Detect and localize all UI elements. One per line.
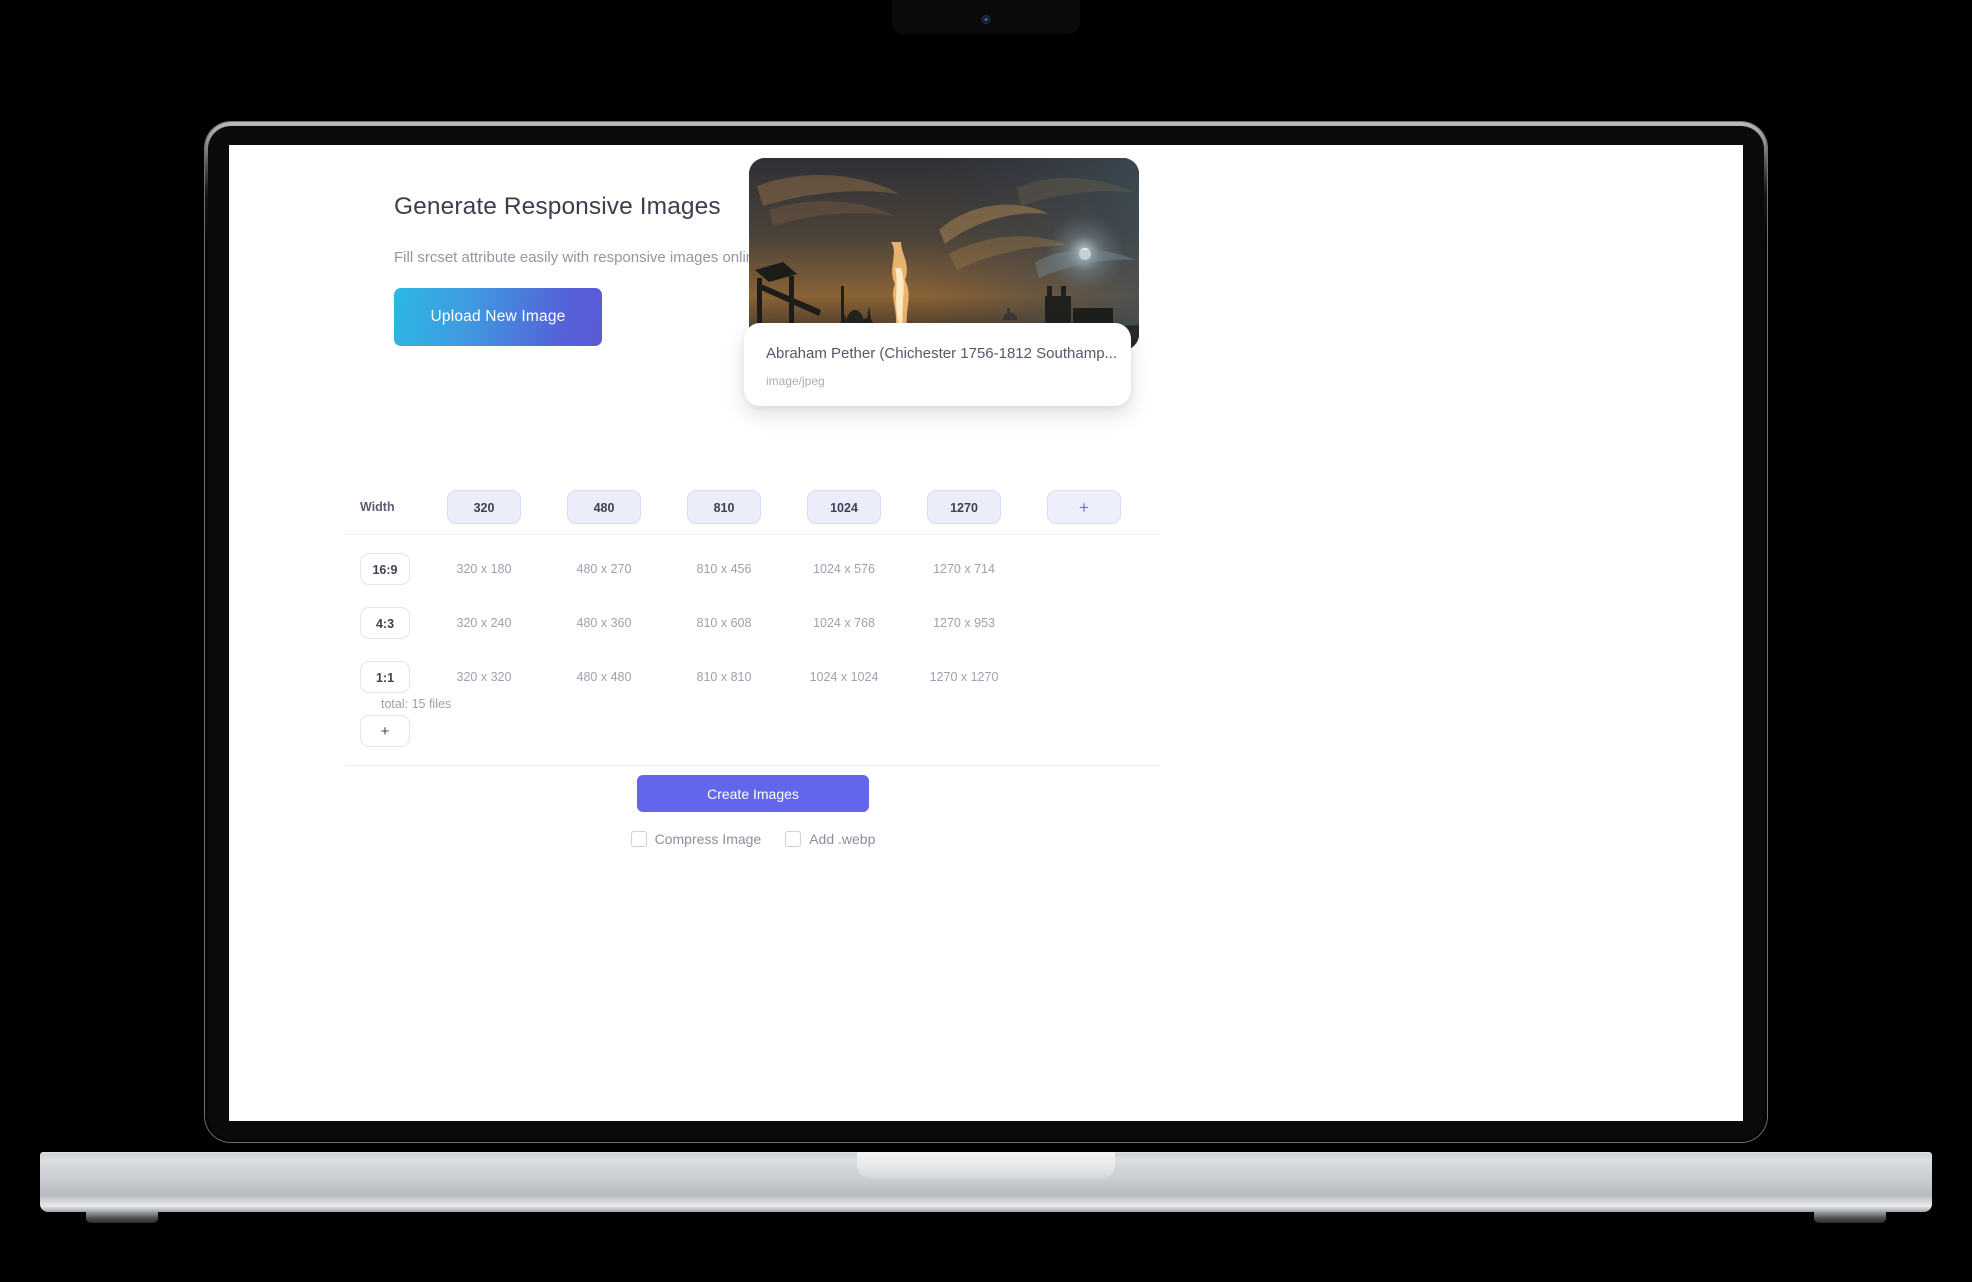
size-cell-2-0: 320 x 320 bbox=[456, 670, 512, 684]
size-cell-2-4: 1270 x 1270 bbox=[929, 670, 999, 684]
size-cell-1-4: 1270 x 953 bbox=[933, 616, 995, 630]
table-row: 4:3 320 x 240 480 x 360 810 x 608 1024 x… bbox=[346, 603, 1159, 643]
size-cell-2-3: 1024 x 1024 bbox=[809, 670, 879, 684]
width-cell-4: 1270 bbox=[904, 490, 1024, 524]
add-webp-option[interactable]: Add .webp bbox=[785, 831, 875, 847]
table-header-row: Width 320 480 810 1024 1270 + bbox=[346, 480, 1159, 535]
table-row: 1:1 320 x 320 480 x 480 810 x 810 1024 x… bbox=[346, 657, 1159, 697]
size-cell-1-1: 480 x 360 bbox=[576, 616, 632, 630]
laptop-mockup: Generate Responsive Images Fill srcset a… bbox=[0, 0, 1972, 1282]
add-webp-label: Add .webp bbox=[809, 831, 876, 847]
size-cell-0-3: 1024 x 576 bbox=[813, 562, 875, 576]
file-meta-panel: Abraham Pether (Chichester 1756-1812 Sou… bbox=[744, 323, 1131, 406]
width-chip-2[interactable]: 810 bbox=[687, 490, 761, 524]
size-matrix-table: Width 320 480 810 1024 1270 + 16:9 320 x… bbox=[346, 480, 1159, 766]
width-cell-1: 480 bbox=[544, 490, 664, 524]
web-page: Generate Responsive Images Fill srcset a… bbox=[229, 145, 1743, 1121]
width-header-label: Width bbox=[360, 500, 395, 514]
add-ratio-button[interactable]: + bbox=[360, 715, 410, 747]
compress-image-checkbox[interactable] bbox=[630, 831, 647, 847]
ratio-chip-0[interactable]: 16:9 bbox=[360, 553, 410, 585]
output-options: Compress Image Add .webp bbox=[630, 831, 875, 847]
width-chip-4[interactable]: 1270 bbox=[927, 490, 1001, 524]
width-chip-3[interactable]: 1024 bbox=[807, 490, 881, 524]
file-name: Abraham Pether (Chichester 1756-1812 Sou… bbox=[766, 345, 1118, 362]
width-cell-3: 1024 bbox=[784, 490, 904, 524]
size-cell-0-1: 480 x 270 bbox=[576, 562, 632, 576]
laptop-base bbox=[40, 1152, 1932, 1223]
ratio-chip-2[interactable]: 1:1 bbox=[360, 661, 410, 693]
width-chip-0[interactable]: 320 bbox=[447, 490, 521, 524]
size-cell-1-2: 810 x 608 bbox=[696, 616, 752, 630]
width-cell-0: 320 bbox=[424, 490, 544, 524]
size-cell-0-4: 1270 x 714 bbox=[933, 562, 995, 576]
add-width-button[interactable]: + bbox=[1047, 490, 1121, 524]
add-ratio-row: + bbox=[346, 711, 1159, 766]
add-width-cell: + bbox=[1024, 490, 1144, 524]
width-cell-2: 810 bbox=[664, 490, 784, 524]
size-cell-0-0: 320 x 180 bbox=[456, 562, 512, 576]
size-cell-1-3: 1024 x 768 bbox=[813, 616, 875, 630]
compress-image-option[interactable]: Compress Image bbox=[630, 831, 762, 847]
laptop-notch bbox=[892, 0, 1080, 34]
add-webp-checkbox[interactable] bbox=[785, 831, 802, 847]
table-row: 16:9 320 x 180 480 x 270 810 x 456 1024 … bbox=[346, 549, 1159, 589]
create-images-button[interactable]: Create Images bbox=[637, 775, 869, 812]
laptop-foot-left bbox=[86, 1212, 158, 1223]
size-cell-0-2: 810 x 456 bbox=[696, 562, 752, 576]
add-ratio-cell: + bbox=[346, 715, 424, 747]
ratio-cell-2: 1:1 bbox=[346, 661, 424, 693]
laptop-base-notch bbox=[857, 1152, 1115, 1179]
upload-new-image-button[interactable]: Upload New Image bbox=[394, 288, 602, 346]
laptop-foot-right bbox=[1814, 1212, 1886, 1223]
file-thumbnail bbox=[749, 158, 1139, 350]
width-chip-1[interactable]: 480 bbox=[567, 490, 641, 524]
ratio-cell-1: 4:3 bbox=[346, 607, 424, 639]
file-mime-type: image/jpeg bbox=[766, 374, 825, 388]
size-cell-1-0: 320 x 240 bbox=[456, 616, 512, 630]
ratio-cell-0: 16:9 bbox=[346, 553, 424, 585]
uploaded-file-card[interactable]: Abraham Pether (Chichester 1756-1812 Sou… bbox=[744, 158, 1139, 406]
page-title: Generate Responsive Images bbox=[394, 193, 721, 220]
ratio-chip-1[interactable]: 4:3 bbox=[360, 607, 410, 639]
size-cell-2-1: 480 x 480 bbox=[576, 670, 632, 684]
screen-viewport: Generate Responsive Images Fill srcset a… bbox=[229, 145, 1743, 1121]
size-cell-2-2: 810 x 810 bbox=[696, 670, 752, 684]
compress-image-label: Compress Image bbox=[654, 831, 762, 847]
camera-dot-icon bbox=[981, 15, 991, 24]
total-files-label: total: 15 files bbox=[381, 697, 452, 711]
